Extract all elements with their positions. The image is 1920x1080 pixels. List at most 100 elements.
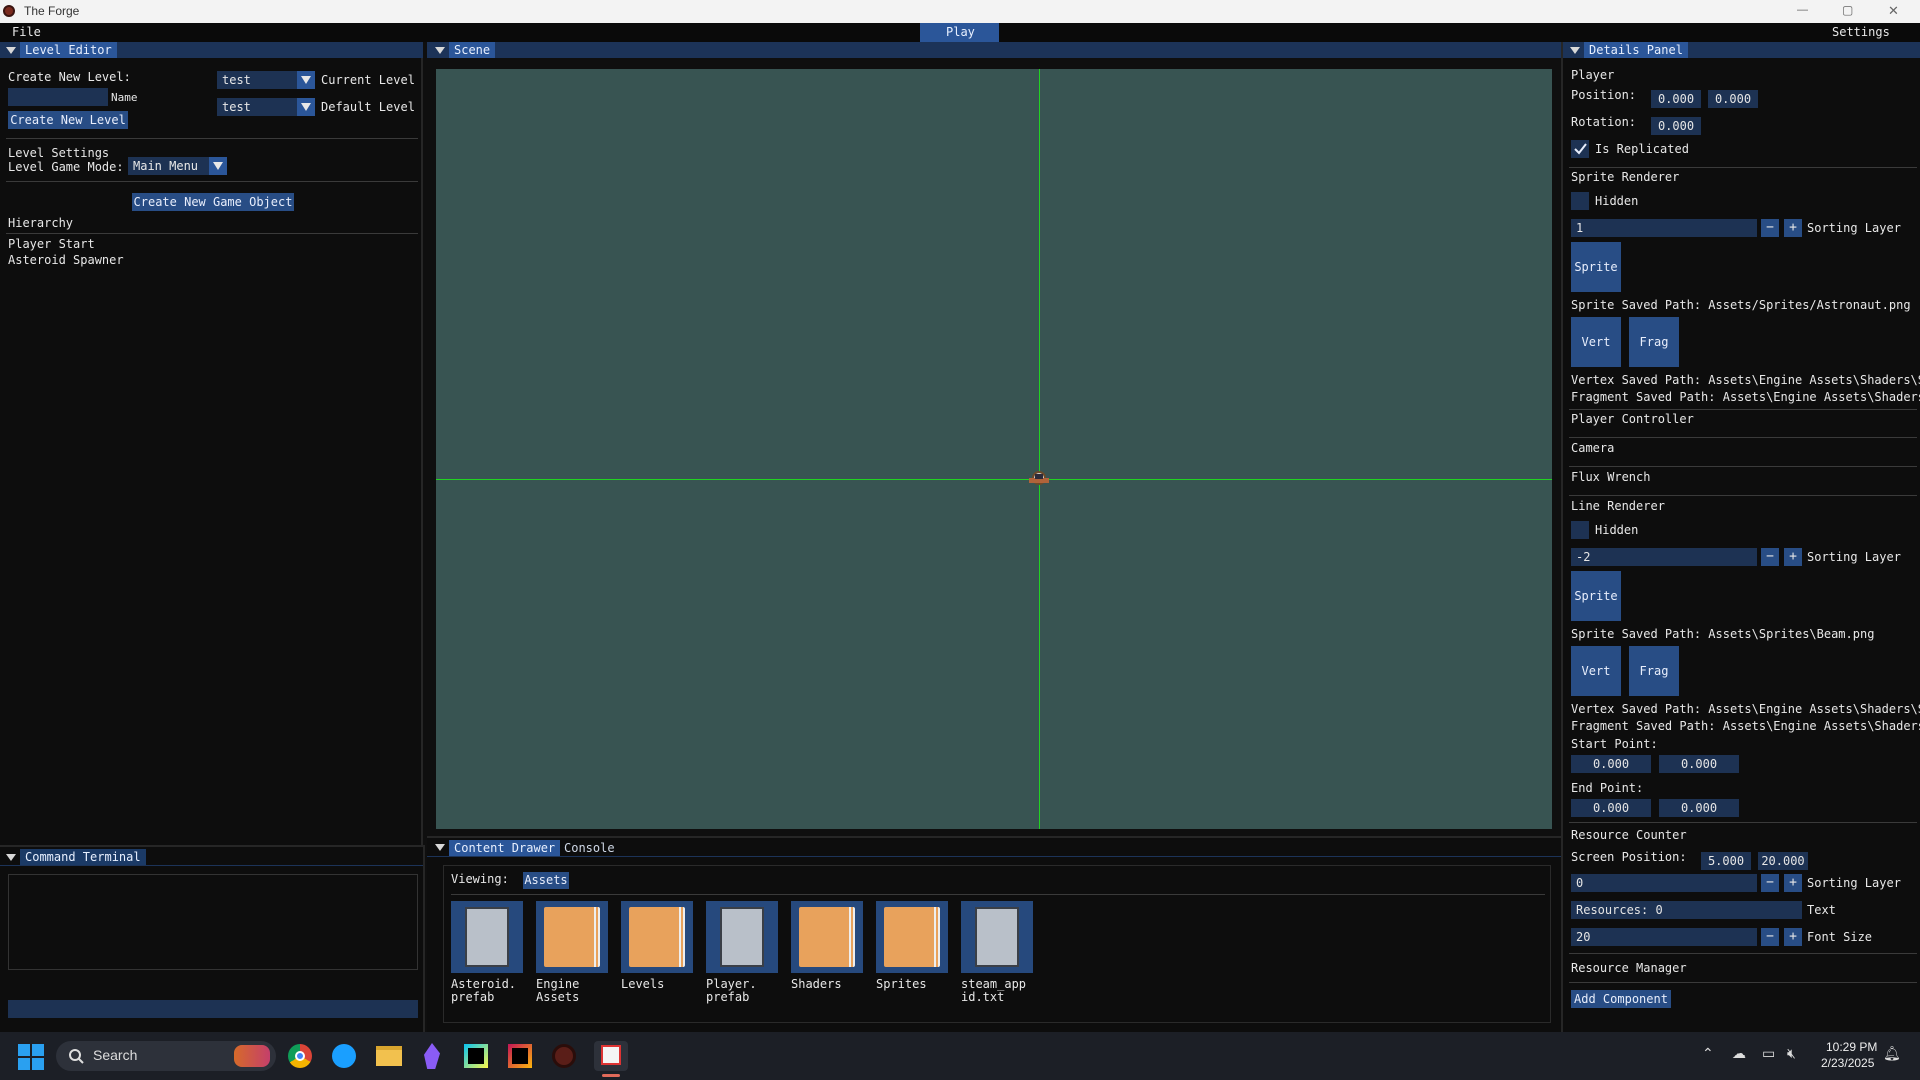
play-button[interactable]: Play xyxy=(920,23,999,42)
tab-level-editor[interactable]: Level Editor xyxy=(20,42,117,58)
position-y-field[interactable]: 0.000 xyxy=(1708,90,1758,108)
current-level-dropdown[interactable]: test xyxy=(217,71,315,89)
volume-muted-icon[interactable]: 🔇︎ xyxy=(1787,1046,1796,1061)
current-level-value: test xyxy=(222,73,251,87)
close-button[interactable]: ✕ xyxy=(1888,3,1899,18)
collapse-arrow-icon[interactable] xyxy=(435,47,445,54)
decrement-button[interactable]: − xyxy=(1761,219,1779,237)
rotation-field[interactable]: 0.000 xyxy=(1651,117,1701,135)
start-y-field[interactable]: 0.000 xyxy=(1659,755,1739,773)
webstorm-icon[interactable] xyxy=(464,1044,488,1068)
screen-y-field[interactable]: 20.000 xyxy=(1758,852,1808,870)
scene-panel: Scene xyxy=(427,42,1561,834)
frag-button[interactable]: Frag xyxy=(1629,317,1679,367)
sorting-layer-input[interactable]: -2 xyxy=(1571,548,1757,566)
tab-console[interactable]: Console xyxy=(559,840,620,856)
collapse-arrow-icon[interactable] xyxy=(435,844,445,851)
maximize-button[interactable]: ▢ xyxy=(1842,3,1853,18)
divider xyxy=(1569,495,1917,496)
clock-time[interactable]: 10:29 PM xyxy=(1826,1040,1877,1055)
screen-x-field[interactable]: 5.000 xyxy=(1701,852,1751,870)
text-input[interactable]: Resources: 0 xyxy=(1571,901,1802,919)
sorting-layer-input[interactable]: 0 xyxy=(1571,874,1757,892)
hierarchy-item[interactable]: Asteroid Spawner xyxy=(8,253,124,268)
level-name-input[interactable] xyxy=(8,88,108,106)
tab-command-terminal[interactable]: Command Terminal xyxy=(20,849,146,865)
decrement-button[interactable]: − xyxy=(1761,548,1779,566)
menu-settings[interactable]: Settings xyxy=(1832,25,1890,40)
vert-button[interactable]: Vert xyxy=(1571,317,1621,367)
file-icon xyxy=(975,907,1019,967)
chrome-icon[interactable] xyxy=(288,1044,312,1068)
hierarchy-item[interactable]: Player Start xyxy=(8,237,95,252)
file-tile[interactable] xyxy=(451,901,523,973)
increment-button[interactable]: + xyxy=(1784,548,1802,566)
checkmark-icon xyxy=(1574,143,1587,155)
taskbar-search-box[interactable]: Search xyxy=(56,1041,276,1071)
sprite-saved-path: Sprite Saved Path: Assets\Sprites\Beam.p… xyxy=(1571,627,1875,641)
end-x-field[interactable]: 0.000 xyxy=(1571,799,1651,817)
frag-button[interactable]: Frag xyxy=(1629,646,1679,696)
scene-header xyxy=(427,42,1561,58)
folder-tile[interactable] xyxy=(536,901,608,973)
decrement-button[interactable]: − xyxy=(1761,928,1779,946)
component-player-controller: Player Controller xyxy=(1571,412,1694,426)
file-tile[interactable] xyxy=(961,901,1033,973)
folder-tile[interactable] xyxy=(791,901,863,973)
collapse-arrow-icon[interactable] xyxy=(6,854,16,861)
astronaut-sprite[interactable] xyxy=(1029,469,1049,489)
asset-name: Player. prefab xyxy=(706,977,757,1004)
game-mode-dropdown[interactable]: Main Menu xyxy=(128,157,227,175)
clock-date[interactable]: 2/23/2025 xyxy=(1821,1056,1874,1071)
increment-button[interactable]: + xyxy=(1784,219,1802,237)
asset-name: Sprites xyxy=(876,977,927,991)
terminal-input[interactable] xyxy=(8,1000,418,1018)
hidden-checkbox[interactable] xyxy=(1571,521,1589,539)
decrement-button[interactable]: − xyxy=(1761,874,1779,892)
sprite-button[interactable]: Sprite xyxy=(1571,571,1621,621)
add-component-button[interactable]: Add Component xyxy=(1571,990,1671,1008)
forge-app-icon[interactable] xyxy=(552,1044,576,1068)
folder-icon xyxy=(884,907,940,967)
increment-button[interactable]: + xyxy=(1784,928,1802,946)
vert-button[interactable]: Vert xyxy=(1571,646,1621,696)
start-button[interactable] xyxy=(18,1044,44,1070)
folder-tile[interactable] xyxy=(621,901,693,973)
chevron-up-icon[interactable]: ⌃ xyxy=(1702,1046,1714,1061)
default-level-dropdown[interactable]: test xyxy=(217,98,315,116)
active-app-icon[interactable] xyxy=(594,1041,628,1071)
sprite-button[interactable]: Sprite xyxy=(1571,242,1621,292)
tab-details-panel[interactable]: Details Panel xyxy=(1584,42,1688,58)
play-label: Play xyxy=(946,25,975,39)
create-game-object-button[interactable]: Create New Game Object xyxy=(132,193,294,211)
divider xyxy=(1569,437,1917,438)
network-icon[interactable]: ▭ xyxy=(1762,1046,1775,1061)
file-tile[interactable] xyxy=(706,901,778,973)
scene-viewport[interactable] xyxy=(436,69,1552,829)
position-x-field[interactable]: 0.000 xyxy=(1651,90,1701,108)
start-x-field[interactable]: 0.000 xyxy=(1571,755,1651,773)
end-y-field[interactable]: 0.000 xyxy=(1659,799,1739,817)
file-explorer-icon[interactable] xyxy=(376,1046,402,1066)
font-size-input[interactable]: 20 xyxy=(1571,928,1757,946)
is-replicated-checkbox[interactable] xyxy=(1571,140,1589,158)
terminal-output xyxy=(8,874,418,970)
create-new-level-button[interactable]: Create New Level xyxy=(8,111,128,129)
minimize-button[interactable]: — xyxy=(1797,3,1808,18)
sprite-saved-path: Sprite Saved Path: Assets/Sprites/Astron… xyxy=(1571,298,1911,312)
collapse-arrow-icon[interactable] xyxy=(1570,47,1580,54)
tab-scene[interactable]: Scene xyxy=(449,42,496,58)
collapse-arrow-icon[interactable] xyxy=(6,47,16,54)
sorting-layer-label: Sorting Layer xyxy=(1807,550,1901,564)
rider-icon[interactable] xyxy=(508,1044,532,1068)
folder-tile[interactable] xyxy=(876,901,948,973)
notification-bell-icon[interactable]: 🔔︎ xyxy=(1883,1046,1901,1061)
tab-content-drawer[interactable]: Content Drawer xyxy=(449,840,561,856)
increment-button[interactable]: + xyxy=(1784,874,1802,892)
sorting-layer-input[interactable]: 1 xyxy=(1571,219,1757,237)
menu-file[interactable]: File xyxy=(12,25,41,40)
hidden-checkbox[interactable] xyxy=(1571,192,1589,210)
steam-icon[interactable] xyxy=(332,1044,356,1068)
breadcrumb-assets[interactable]: Assets xyxy=(523,872,569,889)
onedrive-icon[interactable]: ☁ xyxy=(1732,1046,1746,1061)
